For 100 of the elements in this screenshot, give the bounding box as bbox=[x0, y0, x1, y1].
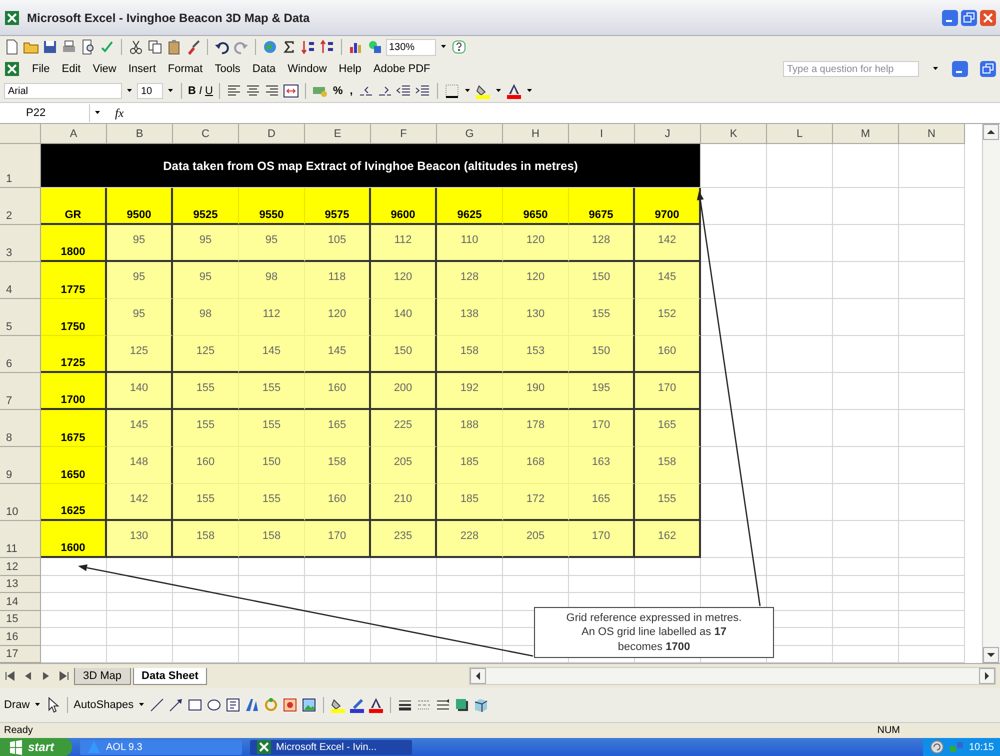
empty-cell[interactable] bbox=[503, 558, 569, 576]
empty-cell[interactable] bbox=[833, 447, 899, 484]
number-format-button[interactable]: % bbox=[330, 85, 345, 97]
empty-cell[interactable] bbox=[767, 521, 833, 558]
empty-cell[interactable] bbox=[833, 484, 899, 521]
empty-cell[interactable] bbox=[833, 628, 899, 646]
empty-cell[interactable] bbox=[899, 628, 965, 646]
restore-icon[interactable] bbox=[961, 10, 977, 26]
image-icon[interactable] bbox=[300, 697, 317, 713]
empty-cell[interactable] bbox=[173, 628, 239, 646]
zoom-field[interactable]: 130% bbox=[386, 38, 436, 56]
empty-cell[interactable] bbox=[767, 225, 833, 262]
empty-cell[interactable] bbox=[371, 558, 437, 576]
brush-icon[interactable] bbox=[185, 39, 201, 55]
empty-cell[interactable] bbox=[899, 299, 965, 336]
empty-cell[interactable] bbox=[173, 610, 239, 628]
help-search-field[interactable]: Type a question for help bbox=[783, 61, 919, 77]
empty-cell[interactable] bbox=[833, 373, 899, 410]
empty-cell[interactable] bbox=[173, 576, 239, 593]
empty-cell[interactable] bbox=[701, 558, 767, 576]
empty-cell[interactable] bbox=[437, 593, 503, 610]
diagram-icon[interactable] bbox=[262, 697, 279, 713]
empty-cell[interactable] bbox=[371, 610, 437, 628]
number-format-button[interactable]: , bbox=[348, 85, 355, 97]
help-icon[interactable] bbox=[451, 39, 467, 55]
empty-cell[interactable] bbox=[899, 373, 965, 410]
empty-cell[interactable] bbox=[767, 299, 833, 336]
taskbar-button[interactable]: Microsoft Excel - Ivin... bbox=[250, 740, 412, 754]
empty-cell[interactable] bbox=[569, 558, 635, 576]
empty-cell[interactable] bbox=[371, 628, 437, 646]
printer-icon[interactable] bbox=[61, 39, 77, 55]
empty-cell[interactable] bbox=[767, 188, 833, 225]
sigma-icon[interactable] bbox=[281, 39, 297, 55]
empty-cell[interactable] bbox=[107, 593, 173, 610]
empty-cell[interactable] bbox=[305, 610, 371, 628]
font-size-field[interactable]: 10 bbox=[137, 83, 163, 99]
empty-cell[interactable] bbox=[833, 521, 899, 558]
undo-icon[interactable] bbox=[214, 39, 230, 55]
start-button[interactable]: start bbox=[0, 738, 72, 756]
empty-cell[interactable] bbox=[767, 410, 833, 447]
wordart-icon[interactable] bbox=[244, 697, 260, 713]
empty-cell[interactable] bbox=[899, 484, 965, 521]
refresh-icon[interactable] bbox=[928, 739, 945, 755]
empty-cell[interactable] bbox=[899, 593, 965, 610]
menu-item[interactable]: Tools bbox=[214, 63, 240, 75]
menu-item[interactable]: Adobe PDF bbox=[373, 63, 430, 75]
name-box[interactable]: P22 bbox=[0, 104, 90, 122]
text-box-icon[interactable] bbox=[224, 697, 241, 713]
fill-color-icon[interactable] bbox=[330, 697, 346, 713]
empty-cell[interactable] bbox=[833, 610, 899, 628]
empty-cell[interactable] bbox=[833, 336, 899, 373]
empty-cell[interactable] bbox=[899, 447, 965, 484]
select-all-button[interactable] bbox=[0, 124, 41, 144]
empty-cell[interactable] bbox=[107, 576, 173, 593]
minimize-icon[interactable] bbox=[942, 10, 958, 26]
empty-cell[interactable] bbox=[899, 225, 965, 262]
empty-cell[interactable] bbox=[173, 558, 239, 576]
menu-item[interactable]: Edit bbox=[62, 63, 81, 75]
scissors-icon[interactable] bbox=[128, 39, 144, 55]
empty-cell[interactable] bbox=[635, 558, 701, 576]
close-icon[interactable] bbox=[980, 10, 996, 26]
scroll-left-icon[interactable] bbox=[470, 668, 486, 684]
empty-cell[interactable] bbox=[833, 410, 899, 447]
drawing-icon[interactable] bbox=[367, 39, 383, 55]
empty-cell[interactable] bbox=[899, 410, 965, 447]
empty-cell[interactable] bbox=[569, 576, 635, 593]
empty-cell[interactable] bbox=[899, 336, 965, 373]
empty-cell[interactable] bbox=[107, 628, 173, 646]
rectangle-icon[interactable] bbox=[186, 697, 203, 713]
empty-cell[interactable] bbox=[899, 576, 965, 593]
empty-cell[interactable] bbox=[239, 576, 305, 593]
empty-cell[interactable] bbox=[305, 576, 371, 593]
clipboard-icon[interactable] bbox=[166, 39, 182, 55]
empty-cell[interactable] bbox=[503, 576, 569, 593]
font-color-icon[interactable] bbox=[506, 83, 522, 99]
empty-cell[interactable] bbox=[899, 262, 965, 299]
empty-cell[interactable] bbox=[833, 188, 899, 225]
restore-icon[interactable] bbox=[980, 61, 996, 77]
oval-icon[interactable] bbox=[206, 697, 222, 713]
fill-color-icon[interactable] bbox=[474, 83, 491, 99]
menu-item[interactable]: Help bbox=[338, 63, 362, 75]
empty-cell[interactable] bbox=[899, 144, 965, 188]
function-button[interactable]: fx bbox=[115, 106, 124, 120]
empty-cell[interactable] bbox=[899, 521, 965, 558]
empty-cell[interactable] bbox=[767, 484, 833, 521]
empty-cell[interactable] bbox=[833, 593, 899, 610]
empty-cell[interactable] bbox=[173, 593, 239, 610]
empty-cell[interactable] bbox=[833, 262, 899, 299]
scroll-right-icon[interactable] bbox=[979, 668, 995, 684]
empty-cell[interactable] bbox=[437, 576, 503, 593]
empty-cell[interactable] bbox=[833, 558, 899, 576]
empty-cell[interactable] bbox=[767, 144, 833, 188]
sort-descending-icon[interactable] bbox=[319, 39, 335, 55]
sheet-tab[interactable]: 3D Map bbox=[74, 668, 131, 684]
empty-cell[interactable] bbox=[305, 628, 371, 646]
menu-item[interactable]: Format bbox=[168, 63, 203, 75]
empty-cell[interactable] bbox=[767, 336, 833, 373]
borders-icon[interactable] bbox=[444, 83, 460, 99]
empty-cell[interactable] bbox=[371, 593, 437, 610]
font-field[interactable]: Arial bbox=[4, 83, 122, 99]
